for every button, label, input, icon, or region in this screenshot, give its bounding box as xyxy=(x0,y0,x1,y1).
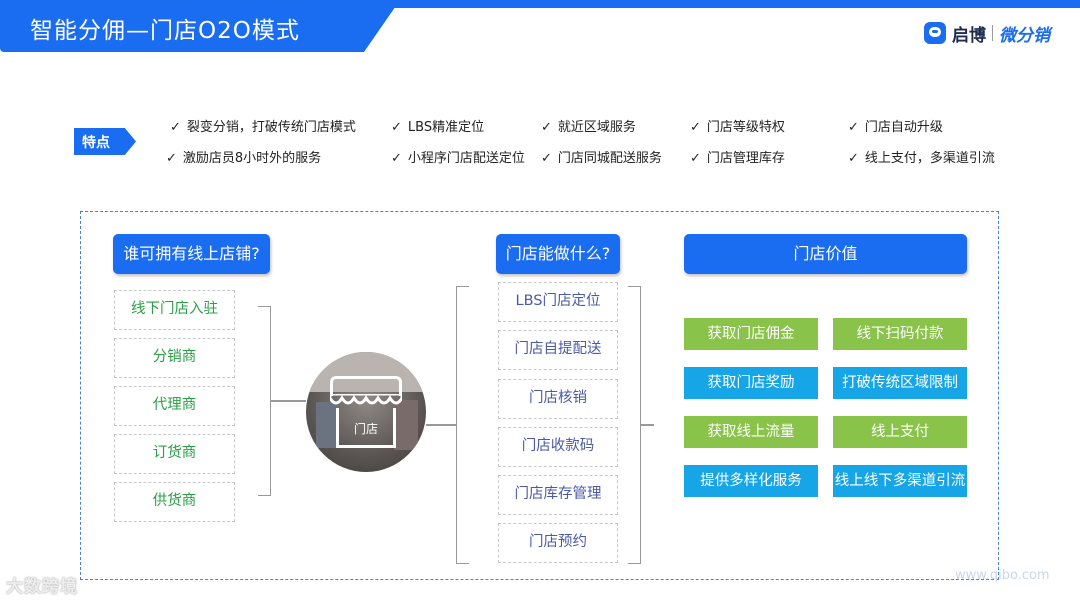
who-item: 供货商 xyxy=(114,482,235,522)
what-item: LBS门店定位 xyxy=(498,282,618,322)
check-icon: ✓ xyxy=(690,120,701,135)
feature-item: ✓ 裂变分销，打破传统门店模式 xyxy=(170,120,356,135)
value-item: 获取门店奖励 xyxy=(684,367,818,399)
awning-icon xyxy=(330,394,402,405)
logo-product: 微分销 xyxy=(999,25,1050,46)
who-item: 代理商 xyxy=(114,386,235,426)
check-icon: ✓ xyxy=(170,120,181,135)
what-item: 门店预约 xyxy=(498,523,618,563)
feature-item: ✓ 线上支付，多渠道引流 xyxy=(848,151,995,166)
feature-item: ✓ 门店同城配送服务 xyxy=(541,151,662,166)
value-item: 线上线下多渠道引流 xyxy=(833,465,967,497)
value-item: 提供多样化服务 xyxy=(684,465,818,497)
value-item: 获取线上流量 xyxy=(684,416,818,448)
feature-item: ✓ 门店自动升级 xyxy=(848,120,943,135)
features-tag-label: 特点 xyxy=(82,135,110,151)
who-heading: 谁可拥有线上店铺? xyxy=(113,234,270,274)
check-icon: ✓ xyxy=(166,151,177,166)
page-title: 智能分佣—门店O2O模式 xyxy=(30,18,300,44)
what-item: 门店库存管理 xyxy=(498,475,618,515)
check-icon: ✓ xyxy=(848,151,859,166)
what-bracket-left xyxy=(456,286,469,564)
value-item: 打破传统区域限制 xyxy=(833,367,967,399)
logo-icon xyxy=(924,22,946,44)
who-item: 分销商 xyxy=(114,338,235,378)
features-tag: 特点 xyxy=(74,128,136,155)
feature-item: ✓ 激励店员8小时外的服务 xyxy=(166,151,322,166)
store-image: 门店 xyxy=(306,352,426,472)
who-item: 订货商 xyxy=(114,434,235,474)
connector-line xyxy=(270,400,306,402)
who-item: 线下门店入驻 xyxy=(114,290,235,330)
connector-line xyxy=(426,424,456,426)
value-item: 线上支付 xyxy=(833,416,967,448)
check-icon: ✓ xyxy=(541,120,552,135)
watermark-left: 大数跨境 xyxy=(6,577,78,597)
store-label: 门店 xyxy=(353,422,378,436)
what-item: 门店核销 xyxy=(498,379,618,419)
value-item: 获取门店佣金 xyxy=(684,318,818,350)
value-heading: 门店价值 xyxy=(684,234,967,274)
feature-item: ✓ 小程序门店配送定位 xyxy=(391,151,525,166)
feature-item: ✓ LBS精准定位 xyxy=(391,120,485,135)
logo-divider xyxy=(992,25,993,41)
store-icon xyxy=(330,376,402,396)
feature-item: ✓ 门店管理库存 xyxy=(690,151,785,166)
check-icon: ✓ xyxy=(391,120,402,135)
watermark-right: www.qibo.com xyxy=(955,568,1050,583)
logo-name: 启博 xyxy=(952,25,986,46)
feature-item: ✓ 门店等级特权 xyxy=(690,120,785,135)
what-item: 门店自提配送 xyxy=(498,330,618,370)
connector-line xyxy=(640,424,654,426)
what-item: 门店收款码 xyxy=(498,427,618,467)
value-item: 线下扫码付款 xyxy=(833,318,967,350)
brand-logo: 启博 微分销 xyxy=(924,20,1050,46)
check-icon: ✓ xyxy=(391,151,402,166)
check-icon: ✓ xyxy=(690,151,701,166)
feature-item: ✓ 就近区域服务 xyxy=(541,120,636,135)
check-icon: ✓ xyxy=(848,120,859,135)
what-heading: 门店能做什么? xyxy=(496,234,620,274)
check-icon: ✓ xyxy=(541,151,552,166)
